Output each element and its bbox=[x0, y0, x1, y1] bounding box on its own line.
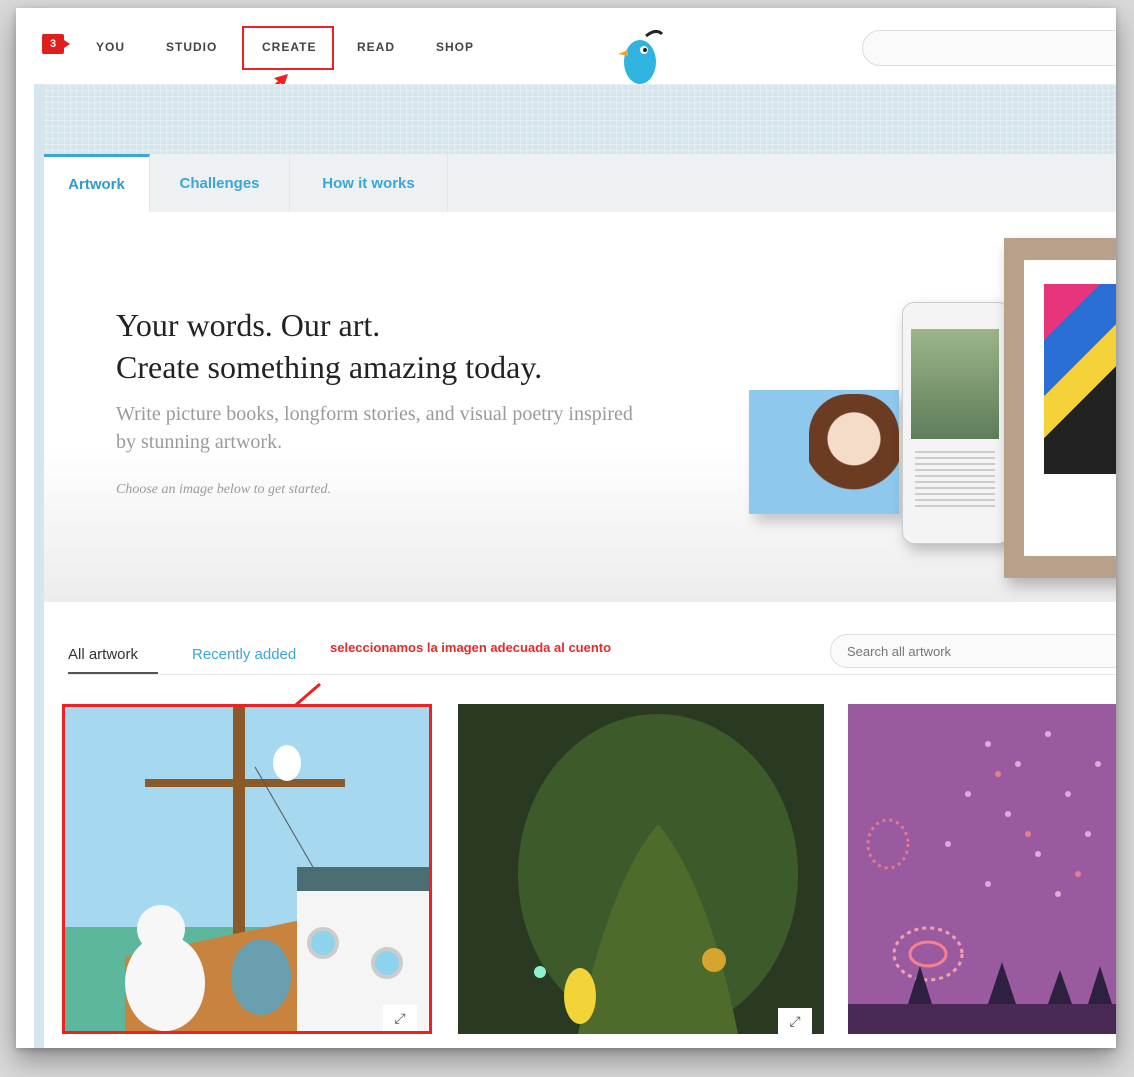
artwork-card-dots[interactable] bbox=[848, 704, 1116, 1034]
main-tabs: Artwork Challenges How it works bbox=[44, 154, 1116, 213]
artwork-search[interactable] bbox=[830, 634, 1116, 668]
tablet-screen-image bbox=[911, 329, 999, 439]
nav-shop[interactable]: SHOP bbox=[436, 40, 474, 54]
hero-subtext: Write picture books, longform stories, a… bbox=[116, 403, 633, 453]
subtab-recently-added[interactable]: Recently added bbox=[192, 646, 296, 663]
hero-headline: Your words. Our art. Create something am… bbox=[116, 304, 542, 388]
tree-artwork-image bbox=[458, 704, 824, 1034]
tablet-text-lines bbox=[915, 451, 995, 511]
header-banner bbox=[34, 84, 1116, 162]
hero-headline-line2: Create something amazing today. bbox=[116, 349, 543, 385]
bird-logo-icon[interactable] bbox=[616, 26, 666, 86]
subtab-divider bbox=[68, 674, 1116, 675]
hero-hint: Choose an image below to get started. bbox=[116, 482, 332, 497]
dots-artwork-image bbox=[848, 704, 1116, 1034]
artwork-section: All artwork Recently added seleccionamos… bbox=[44, 602, 1116, 1048]
artwork-card-tree[interactable]: ⤢ bbox=[458, 704, 824, 1034]
top-nav: 3 YOU STUDIO CREATE READ SHOP bbox=[16, 8, 1116, 104]
tab-challenges[interactable]: Challenges bbox=[150, 154, 290, 212]
book-illustration bbox=[749, 390, 899, 514]
subtab-all-artwork[interactable]: All artwork bbox=[68, 646, 138, 663]
expand-icon[interactable]: ⤢ bbox=[383, 1005, 417, 1031]
girl-illustration bbox=[809, 394, 899, 512]
framed-print-image bbox=[1044, 284, 1116, 474]
tab-artwork[interactable]: Artwork bbox=[44, 154, 150, 212]
notification-badge[interactable]: 3 bbox=[42, 34, 70, 54]
tab-how-it-works[interactable]: How it works bbox=[290, 154, 448, 212]
hero-section: Your words. Our art. Create something am… bbox=[44, 212, 1116, 602]
tablet-illustration bbox=[902, 302, 1010, 544]
framed-print-mat bbox=[1024, 260, 1116, 556]
framed-print-illustration bbox=[1004, 238, 1116, 578]
left-border bbox=[34, 84, 44, 1048]
hero-headline-line1: Your words. Our art. bbox=[116, 307, 381, 343]
annotation-text: seleccionamos la imagen adecuada al cuen… bbox=[330, 640, 612, 655]
nav-read[interactable]: READ bbox=[357, 40, 395, 54]
nav-studio[interactable]: STUDIO bbox=[166, 40, 217, 54]
create-highlight-box bbox=[242, 26, 334, 70]
artwork-search-input[interactable] bbox=[845, 643, 1099, 660]
expand-icon[interactable]: ⤢ bbox=[778, 1008, 812, 1034]
top-search-input[interactable] bbox=[862, 30, 1116, 66]
browser-frame: 3 YOU STUDIO CREATE READ SHOP Artwork Ch… bbox=[16, 8, 1116, 1048]
ship-artwork-image bbox=[65, 707, 429, 1031]
nav-you[interactable]: YOU bbox=[96, 40, 125, 54]
artwork-card-ship[interactable]: ⤢ bbox=[62, 704, 432, 1034]
